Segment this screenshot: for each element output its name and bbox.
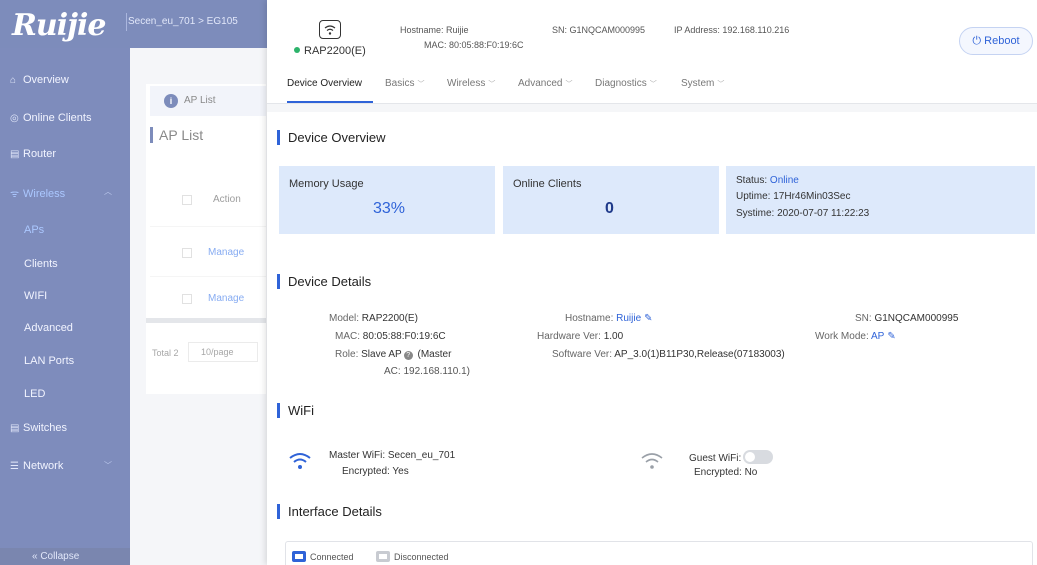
detail-role-master: AC: 192.168.110.1)	[384, 366, 470, 377]
tab-advanced[interactable]: Advanced ﹀	[518, 78, 572, 89]
chevron-down-icon: ﹀	[565, 81, 573, 88]
header-mac: MAC: 80:05:88:F0:19:6C	[424, 40, 524, 50]
detail-mac: MAC: 80:05:88:F0:19:6C	[335, 331, 446, 342]
power-icon: ⏻	[972, 35, 985, 47]
detail-model: Model: RAP2200(E)	[329, 313, 418, 324]
master-wifi[interactable]: Master WiFi: Secen_eu_701	[329, 450, 455, 461]
chevron-down-icon: ﹀	[717, 81, 725, 88]
interface-panel: Connected Disconnected	[285, 541, 1033, 565]
status-card: Status: Online Uptime: 17Hr46Min03Sec Sy…	[726, 166, 1035, 234]
port-disconnected-icon	[376, 551, 390, 562]
status-value: Online	[769, 175, 799, 186]
master-wifi-encrypted: Encrypted: Yes	[342, 466, 409, 477]
detail-work-mode: Work Mode: AP ✎	[815, 331, 896, 342]
guest-wifi-encrypted: Encrypted: No	[694, 467, 758, 478]
chevron-down-icon: ﹀	[649, 81, 657, 88]
tab-wireless[interactable]: Wireless ﹀	[447, 78, 495, 89]
access-point-icon	[319, 20, 341, 39]
uptime: Uptime: 17Hr46Min03Sec	[736, 191, 851, 202]
detail-role: Role: Slave AP? (Master	[335, 349, 452, 360]
reboot-button[interactable]: ⏻ Reboot	[959, 27, 1033, 55]
interface-details-title: Interface Details	[277, 504, 382, 519]
detail-hostname: Hostname: Ruijie ✎	[565, 313, 653, 324]
legend-disconnected: Disconnected	[376, 551, 449, 562]
guest-wifi-toggle[interactable]	[743, 450, 774, 464]
device-model: RAP2200(E)	[294, 45, 366, 57]
tab-system[interactable]: System ﹀	[681, 78, 724, 89]
drawer-mask[interactable]	[0, 0, 267, 565]
edit-icon[interactable]: ✎	[887, 331, 895, 342]
detail-sn: SN: G1NQCAM000995	[855, 313, 959, 324]
detail-software-ver: Software Ver: AP_3.0(1)B11P30,Release(07…	[552, 349, 785, 360]
online-status-dot	[294, 47, 300, 53]
header-ip: IP Address: 192.168.110.216	[674, 25, 790, 35]
tab-device-overview[interactable]: Device Overview	[287, 78, 362, 89]
legend-connected: Connected	[292, 551, 354, 562]
active-tab-indicator	[287, 101, 373, 103]
device-drawer: RAP2200(E) Hostname: Ruijie MAC: 80:05:8…	[267, 0, 1037, 565]
wifi-icon	[640, 451, 664, 471]
header-sn: SN: G1NQCAM000995	[552, 25, 646, 35]
device-header: RAP2200(E) Hostname: Ruijie MAC: 80:05:8…	[267, 0, 1037, 104]
edit-icon[interactable]: ✎	[644, 313, 652, 324]
status-line: Status: Online	[736, 175, 799, 186]
device-details-title: Device Details	[277, 274, 371, 289]
detail-hardware-ver: Hardware Ver: 1.00	[537, 331, 624, 342]
info-icon[interactable]: ?	[403, 351, 413, 360]
guest-wifi: Guest WiFi:	[689, 450, 774, 464]
memory-usage-card: Memory Usage 33%	[279, 166, 495, 234]
wifi-icon	[288, 451, 312, 471]
tab-diagnostics[interactable]: Diagnostics ﹀	[595, 78, 657, 89]
tab-basics[interactable]: Basics ﹀	[385, 78, 424, 89]
header-hostname: Hostname: Ruijie	[400, 25, 469, 35]
memory-usage-value: 33%	[373, 200, 406, 217]
chevron-down-icon: ﹀	[488, 81, 496, 88]
wifi-title: WiFi	[277, 403, 314, 418]
online-clients-label: Online Clients	[513, 178, 582, 190]
chevron-down-icon: ﹀	[417, 81, 425, 88]
systime: Systime: 2020-07-07 11:22:23	[736, 208, 870, 219]
online-clients-value: 0	[605, 200, 614, 217]
online-clients-card[interactable]: Online Clients 0	[503, 166, 719, 234]
memory-usage-label: Memory Usage	[289, 178, 364, 190]
device-overview-title: Device Overview	[277, 130, 386, 145]
port-connected-icon	[292, 551, 306, 562]
